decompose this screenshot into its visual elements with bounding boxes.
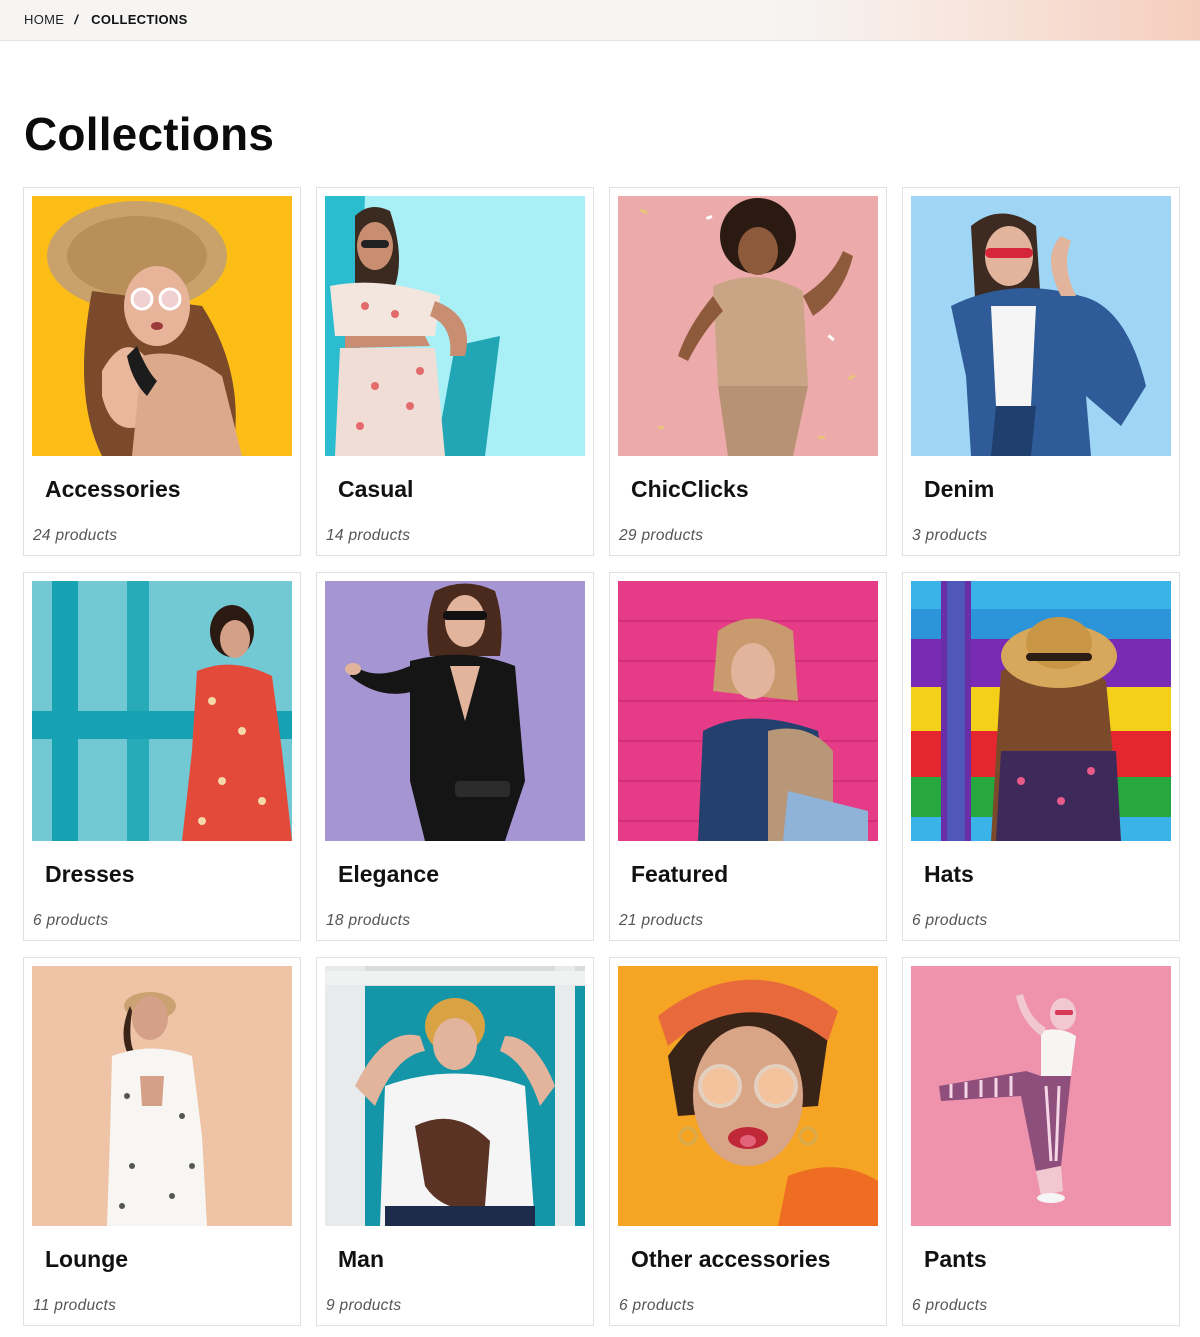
collection-title[interactable]: Featured <box>631 861 728 888</box>
collections-grid: Accessories 24 products Casual 14 produc… <box>23 187 1180 1326</box>
collection-card-denim[interactable]: Denim 3 products <box>902 187 1180 556</box>
woman-white-suit-photo <box>32 966 292 1226</box>
collection-count: 3 products <box>912 527 988 544</box>
woman-denim-jacket-photo <box>911 196 1171 456</box>
woman-straw-hat-photo <box>32 196 292 456</box>
woman-red-floral-dress-photo <box>32 581 292 841</box>
collection-count: 6 products <box>619 1297 695 1314</box>
collection-card-pants[interactable]: Pants 6 products <box>902 957 1180 1326</box>
collection-card-other-accessories[interactable]: Other accessories 6 products <box>609 957 887 1326</box>
breadcrumb-separator: / <box>74 12 79 27</box>
woman-headscarf-photo <box>618 966 878 1226</box>
collection-image[interactable] <box>911 966 1171 1226</box>
breadcrumb-current: COLLECTIONS <box>91 12 188 27</box>
man-white-tshirt-photo <box>325 966 585 1226</box>
collection-count: 6 products <box>912 1297 988 1314</box>
collection-title[interactable]: Elegance <box>338 861 439 888</box>
collection-image[interactable] <box>911 196 1171 456</box>
collection-card-chicclicks[interactable]: ChicClicks 29 products <box>609 187 887 556</box>
collection-card-casual[interactable]: Casual 14 products <box>316 187 594 556</box>
page-title: Collections <box>24 108 275 160</box>
collection-image[interactable] <box>618 196 878 456</box>
collection-card-featured[interactable]: Featured 21 products <box>609 572 887 941</box>
collection-image[interactable] <box>32 196 292 456</box>
collection-image[interactable] <box>32 966 292 1226</box>
collection-card-hats[interactable]: Hats 6 products <box>902 572 1180 941</box>
woman-pink-wall-photo <box>618 581 878 841</box>
collection-count: 11 products <box>33 1297 117 1314</box>
woman-floral-outfit-photo <box>325 196 585 456</box>
collection-image[interactable] <box>325 196 585 456</box>
collection-image[interactable] <box>911 581 1171 841</box>
collection-count: 6 products <box>33 912 109 929</box>
collection-image[interactable] <box>618 581 878 841</box>
collection-title[interactable]: Denim <box>924 476 994 503</box>
collection-count: 18 products <box>326 912 411 929</box>
top-bar: HOME / COLLECTIONS <box>0 0 1200 41</box>
collection-count: 29 products <box>619 527 704 544</box>
collection-card-dresses[interactable]: Dresses 6 products <box>23 572 301 941</box>
woman-striped-pants-photo <box>911 966 1171 1226</box>
woman-rainbow-wall-hat-photo <box>911 581 1171 841</box>
collection-title[interactable]: Accessories <box>45 476 181 503</box>
woman-sequin-dress-photo <box>618 196 878 456</box>
collection-card-lounge[interactable]: Lounge 11 products <box>23 957 301 1326</box>
collection-title[interactable]: Lounge <box>45 1246 128 1273</box>
collection-title[interactable]: Man <box>338 1246 384 1273</box>
collection-card-accessories[interactable]: Accessories 24 products <box>23 187 301 556</box>
breadcrumb: HOME / COLLECTIONS <box>24 12 188 27</box>
collection-title[interactable]: Pants <box>924 1246 987 1273</box>
collection-image[interactable] <box>618 966 878 1226</box>
collection-image[interactable] <box>325 581 585 841</box>
breadcrumb-home-link[interactable]: HOME <box>24 12 64 27</box>
woman-black-bodysuit-photo <box>325 581 585 841</box>
collection-count: 9 products <box>326 1297 402 1314</box>
collection-title[interactable]: Casual <box>338 476 413 503</box>
collection-count: 24 products <box>33 527 118 544</box>
collection-count: 6 products <box>912 912 988 929</box>
collection-title[interactable]: Hats <box>924 861 974 888</box>
collection-count: 21 products <box>619 912 704 929</box>
collection-card-man[interactable]: Man 9 products <box>316 957 594 1326</box>
collection-title[interactable]: ChicClicks <box>631 476 749 503</box>
collection-title[interactable]: Other accessories <box>631 1246 830 1273</box>
collection-image[interactable] <box>325 966 585 1226</box>
collection-count: 14 products <box>326 527 411 544</box>
collection-card-elegance[interactable]: Elegance 18 products <box>316 572 594 941</box>
collection-title[interactable]: Dresses <box>45 861 135 888</box>
collection-image[interactable] <box>32 581 292 841</box>
